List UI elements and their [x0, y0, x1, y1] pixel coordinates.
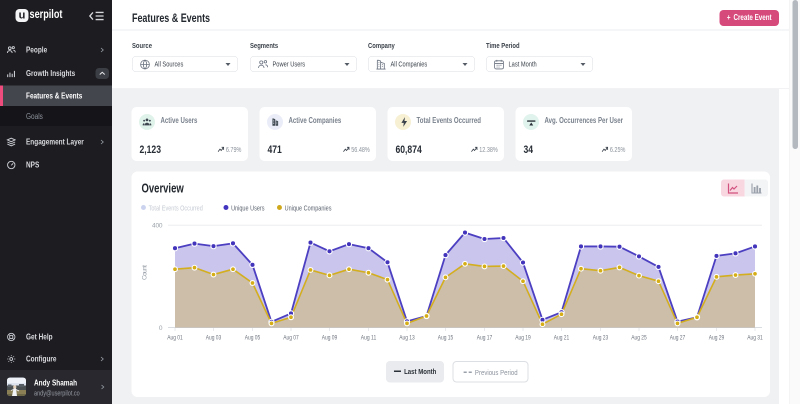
svg-text:Count: Count: [142, 265, 149, 280]
svg-text:Aug 17: Aug 17: [477, 335, 493, 342]
svg-text:Aug 21: Aug 21: [554, 335, 570, 342]
svg-text:Aug 25: Aug 25: [631, 335, 647, 342]
svg-text:Aug 11: Aug 11: [361, 335, 377, 342]
svg-text:400: 400: [152, 223, 163, 230]
svg-text:Aug 31: Aug 31: [747, 335, 763, 342]
svg-text:Aug 29: Aug 29: [709, 335, 725, 342]
svg-text:0: 0: [159, 325, 163, 332]
svg-text:Aug 13: Aug 13: [399, 335, 415, 342]
svg-text:Aug 01: Aug 01: [167, 335, 183, 342]
svg-text:Aug 23: Aug 23: [593, 335, 609, 342]
svg-text:Aug 03: Aug 03: [206, 335, 222, 342]
svg-text:Aug 05: Aug 05: [245, 335, 261, 342]
svg-text:Aug 07: Aug 07: [283, 335, 299, 342]
svg-text:Aug 09: Aug 09: [322, 335, 338, 342]
svg-text:Aug 15: Aug 15: [438, 335, 454, 342]
svg-text:Aug 27: Aug 27: [670, 335, 686, 342]
svg-text:Aug 19: Aug 19: [515, 335, 531, 342]
